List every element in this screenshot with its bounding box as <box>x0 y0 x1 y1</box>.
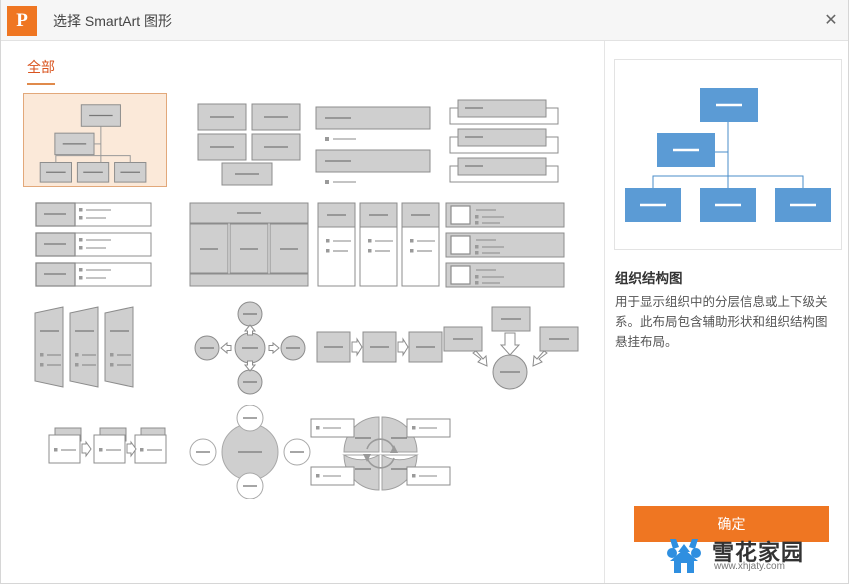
gallery-item-offset-bars[interactable] <box>438 93 582 187</box>
gallery-item-converging-arrows[interactable] <box>438 301 582 395</box>
preview-description: 用于显示组织中的分层信息或上下级关系。此布局包含辅助形状和组织结构图悬挂布局。 <box>615 295 828 349</box>
gallery-item-card-process[interactable] <box>23 405 167 499</box>
icon-bullet-rows-icon <box>445 202 565 288</box>
gallery-item-linear-process[interactable] <box>308 301 452 395</box>
bullet-bars-icon <box>315 106 431 184</box>
block-grid-icon <box>197 103 301 186</box>
preview-title: 组织结构图 <box>615 271 683 286</box>
offset-bars-icon <box>449 99 559 183</box>
trapezoid-panels-icon <box>34 306 134 388</box>
gallery-pane: 全部 <box>1 41 605 583</box>
gallery-item-icon-bullet-rows[interactable] <box>438 197 582 291</box>
smartart-dialog: P 选择 SmartArt 图形 ✕ 全部 组织结构图 用于显示组织中的分层信息… <box>0 0 849 584</box>
center-satellites-icon <box>189 405 311 499</box>
converging-arrows-icon <box>443 306 579 390</box>
tab-all[interactable]: 全部 <box>27 57 55 85</box>
radial-arrows-icon <box>194 301 306 395</box>
gallery-item-radial-arrows[interactable] <box>178 301 322 395</box>
gallery-item-block-grid[interactable] <box>178 93 322 187</box>
cycle-matrix-icon <box>310 416 451 491</box>
linear-process-icon <box>316 331 443 363</box>
preview-image <box>614 59 842 250</box>
close-icon[interactable]: ✕ <box>818 8 844 33</box>
gallery-item-column-headers[interactable] <box>308 197 452 291</box>
gallery-item-center-satellites[interactable] <box>178 405 322 499</box>
category-tabbar: 全部 <box>1 57 605 85</box>
wps-presentation-logo-icon: P <box>7 6 37 36</box>
smartart-gallery: 循环矩阵 <box>23 93 583 523</box>
table-columns-icon <box>189 202 309 287</box>
gallery-item-table-columns[interactable] <box>178 197 322 291</box>
card-process-icon <box>48 427 167 464</box>
ok-button[interactable]: 确定 <box>634 506 829 542</box>
gallery-item-label-bullet-rows[interactable] <box>23 197 167 291</box>
gallery-item-trapezoid-panels[interactable] <box>23 301 167 395</box>
column-headers-icon <box>317 202 440 287</box>
gallery-item-bullet-bars[interactable] <box>308 93 452 187</box>
gallery-item-cycle-matrix[interactable] <box>308 405 452 499</box>
dialog-title: 选择 SmartArt 图形 <box>53 13 173 29</box>
preview-pane: 组织结构图 用于显示组织中的分层信息或上下级关系。此布局包含辅助形状和组织结构图… <box>606 41 848 583</box>
title-bar: P 选择 SmartArt 图形 ✕ <box>1 0 848 41</box>
org-chart-icon <box>39 104 147 183</box>
org-chart-preview-icon <box>625 88 831 222</box>
gallery-item-org-chart[interactable] <box>23 93 167 187</box>
label-bullet-rows-icon <box>35 202 152 287</box>
